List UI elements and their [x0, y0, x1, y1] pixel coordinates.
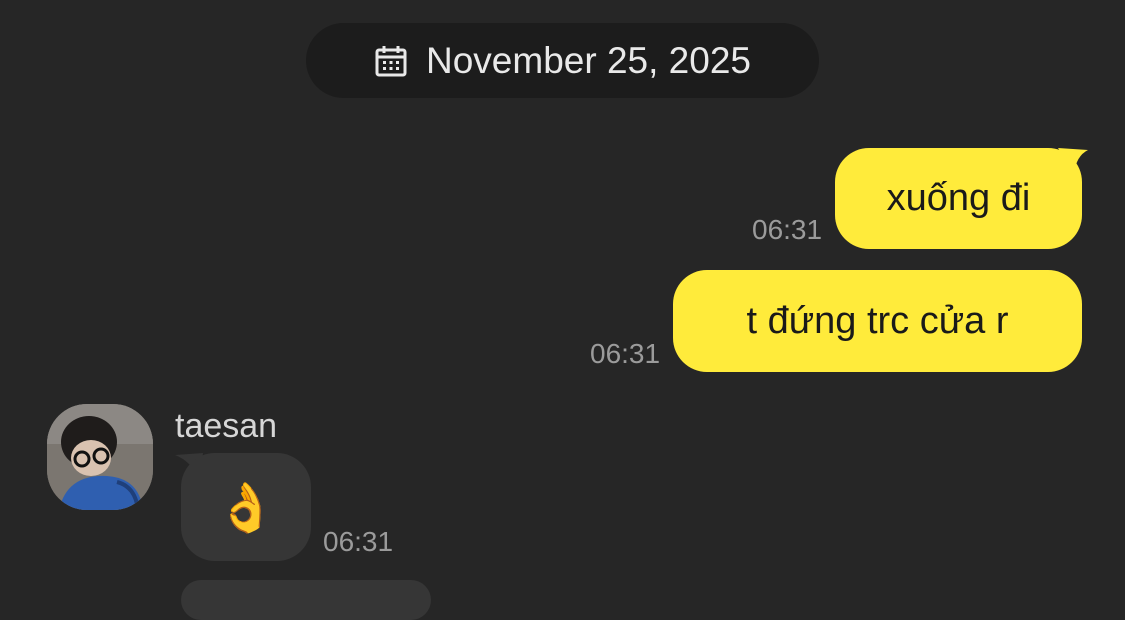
incoming-message-bubble[interactable]: 👌	[181, 453, 311, 561]
date-label: November 25, 2025	[426, 39, 751, 81]
message-text: t đứng trc cửa r	[746, 299, 1009, 342]
message-emoji: 👌	[216, 481, 276, 535]
outgoing-message-bubble[interactable]: xuống đi	[835, 148, 1082, 249]
date-separator: November 25, 2025	[306, 23, 819, 98]
message-time: 06:31	[752, 214, 823, 245]
avatar[interactable]	[47, 404, 153, 510]
incoming-message-bubble[interactable]	[181, 580, 431, 620]
sender-name: taesan	[175, 407, 278, 445]
calendar-icon	[374, 44, 408, 78]
message-time: 06:31	[323, 526, 394, 557]
message-text: xuống đi	[886, 177, 1031, 219]
message-time: 06:31	[590, 338, 661, 369]
outgoing-message-bubble[interactable]: t đứng trc cửa r	[673, 270, 1082, 372]
